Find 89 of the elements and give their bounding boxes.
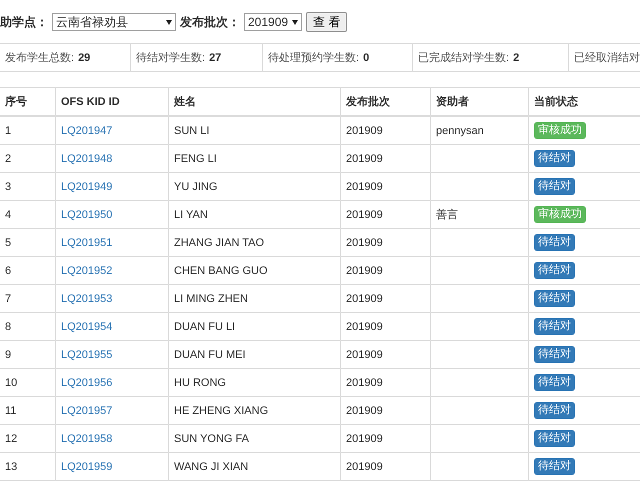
status-badge: 待结对 — [534, 458, 575, 475]
kid-id-link[interactable]: LQ201957 — [61, 404, 112, 416]
site-select[interactable]: 云南省禄劝县 — [52, 13, 176, 31]
table-cell: 9 — [0, 340, 56, 368]
filter-label: 发布批次： — [180, 14, 240, 30]
table-cell: WANG JI XIAN — [168, 452, 340, 480]
kid-id-link[interactable]: LQ201958 — [61, 432, 112, 444]
table-cell: 201909 — [340, 200, 430, 228]
status-badge: 待结对 — [534, 346, 575, 363]
stat-value: 2 — [513, 52, 520, 64]
status-badge: 待结对 — [534, 234, 575, 251]
table-cell: 201909 — [340, 116, 430, 144]
table-cell: CHEN BANG GUO — [168, 256, 340, 284]
table-cell: SUN LI — [168, 116, 340, 144]
table-cell: 8 — [0, 312, 56, 340]
table-cell: 4 — [0, 200, 56, 228]
stat-label: 待结对学生数: — [136, 51, 206, 65]
kid-id-link[interactable]: LQ201952 — [61, 264, 112, 276]
kid-id-link[interactable]: LQ201949 — [61, 180, 112, 192]
table-cell: 201909 — [340, 452, 430, 480]
table-cell: 12 — [0, 424, 56, 452]
kid-id-link[interactable]: LQ201947 — [61, 124, 112, 136]
table-cell: DUAN FU MEI — [168, 340, 340, 368]
stat-label: 待处理预约学生数: — [268, 51, 360, 65]
table-cell: SUN YONG FA — [168, 424, 340, 452]
table-cell: LI YAN — [168, 200, 340, 228]
kid-id-link[interactable]: LQ201951 — [61, 236, 112, 248]
table-cell: 201909 — [340, 340, 430, 368]
table-cell: 7 — [0, 284, 56, 312]
caret-icon — [292, 20, 298, 24]
table-cell: 201909 — [340, 424, 430, 452]
search-button[interactable]: 查 看 — [306, 12, 348, 32]
status-badge: 审核成功 — [534, 206, 586, 223]
kid-id-link[interactable]: LQ201959 — [61, 460, 112, 472]
column-header: 当前状态 — [528, 88, 640, 116]
status-badge: 待结对 — [534, 150, 575, 167]
kid-id-link[interactable]: LQ201953 — [61, 292, 112, 304]
table-cell: DUAN FU LI — [168, 312, 340, 340]
table-cell: 201909 — [340, 256, 430, 284]
status-badge: 待结对 — [534, 430, 575, 447]
table-cell: LI MING ZHEN — [168, 284, 340, 312]
table-cell: 201909 — [340, 172, 430, 200]
table-cell: 3 — [0, 172, 56, 200]
kid-id-link[interactable]: LQ201954 — [61, 320, 112, 332]
column-header: 发布批次 — [340, 88, 430, 116]
table-cell: HE ZHENG XIANG — [168, 396, 340, 424]
stat-label: 已完成结对学生数: — [418, 50, 510, 65]
kid-id-link[interactable]: LQ201956 — [61, 376, 112, 388]
table-cell: 2 — [0, 144, 56, 172]
table-cell: FENG LI — [168, 144, 340, 172]
kid-id-link[interactable]: LQ201948 — [61, 152, 112, 164]
status-badge: 待结对 — [534, 178, 575, 195]
table-cell: 201909 — [340, 396, 430, 424]
sponsor-name: 善言 — [436, 209, 458, 221]
table-cell: 1 — [0, 116, 56, 144]
stat-value: 27 — [209, 52, 222, 64]
table-cell: 201909 — [340, 284, 430, 312]
status-badge: 待结对 — [534, 262, 575, 279]
filter-label: 助学点： — [0, 14, 48, 30]
column-header: OFS KID ID — [56, 88, 168, 116]
table-cell: YU JING — [168, 172, 340, 200]
batch-select[interactable]: 201909 — [244, 13, 302, 31]
status-badge: 待结对 — [534, 318, 575, 335]
table-cell: 201909 — [340, 144, 430, 172]
status-badge: 待结对 — [534, 290, 575, 307]
table-cell: 5 — [0, 228, 56, 256]
column-header: 姓名 — [168, 88, 340, 116]
table-cell: 201909 — [340, 228, 430, 256]
table-cell: ZHANG JIAN TAO — [168, 228, 340, 256]
sponsor-name: pennysan — [436, 124, 484, 136]
table-cell: 201909 — [340, 312, 430, 340]
stat-value: 29 — [78, 52, 90, 64]
stat-label: 发布学生总数: — [5, 51, 74, 65]
column-header: 序号 — [0, 88, 56, 116]
status-badge: 审核成功 — [534, 122, 586, 139]
status-badge: 待结对 — [534, 402, 575, 419]
table-cell: 10 — [0, 368, 56, 396]
table-cell: HU RONG — [168, 368, 340, 396]
caret-icon — [166, 20, 172, 24]
table-cell: 201909 — [340, 368, 430, 396]
kid-id-link[interactable]: LQ201950 — [61, 208, 112, 220]
column-header: 资助者 — [430, 88, 528, 116]
table-cell: 6 — [0, 256, 56, 284]
kid-id-link[interactable]: LQ201955 — [61, 348, 112, 360]
status-badge: 待结对 — [534, 374, 575, 391]
table-cell: 11 — [0, 396, 56, 424]
table-cell: 13 — [0, 452, 56, 480]
stat-value: 0 — [363, 52, 370, 64]
stat-label: 已经取消结对 — [574, 51, 640, 65]
